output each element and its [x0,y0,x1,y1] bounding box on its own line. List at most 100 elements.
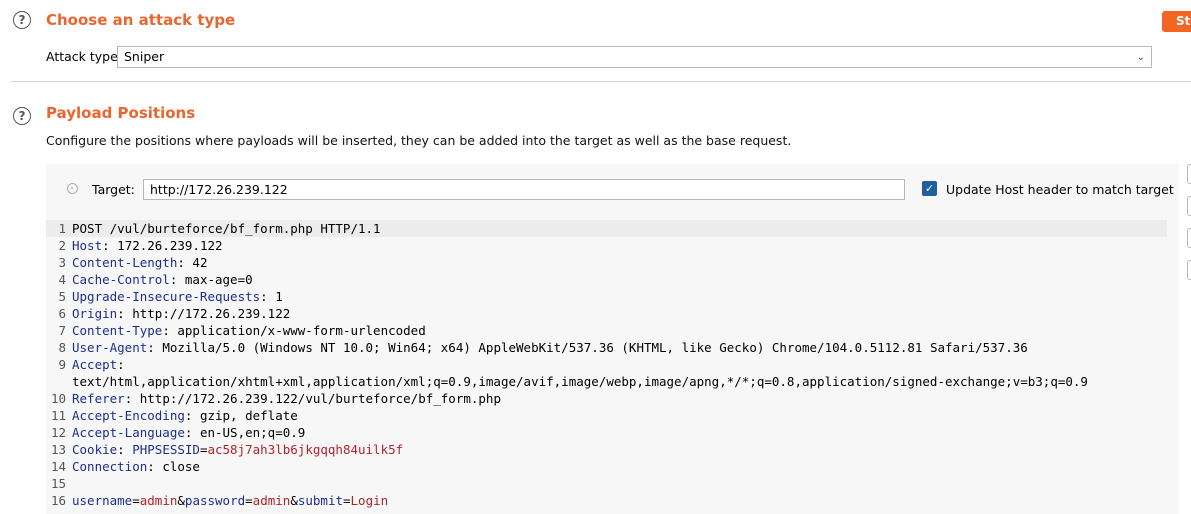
cookie-name: PHPSESSID [132,442,200,457]
payload-positions-description: Configure the positions where payloads w… [46,133,792,148]
help-icon[interactable]: ? [13,11,31,29]
header-name: Cookie [72,442,118,457]
target-input[interactable]: http://172.26.239.122 [143,179,905,200]
header-value: 1 [275,289,283,304]
header-name: Content-Length [72,255,178,270]
header-value: POST /vul/burteforce/bf_form.php HTTP/1.… [72,221,381,236]
header-value: max-age=0 [184,272,253,287]
request-line[interactable]: 2 Host: 172.26.239.122 [46,237,1167,254]
request-line[interactable]: 12 Accept-Language: en-US,en;q=0.9 [46,424,1167,441]
line-content: text/html,application/xhtml+xml,applicat… [72,373,1088,390]
header-separator: : [117,442,133,457]
refresh-button[interactable] [1187,260,1191,280]
line-number: 9 [58,357,66,372]
request-editor[interactable]: 1 POST /vul/burteforce/bf_form.php HTTP/1… [46,220,1167,509]
header-name: Host [72,238,103,253]
section-divider [11,81,1191,82]
request-line[interactable]: 13 Cookie: PHPSESSID=ac58j7ah3lb6jkgqqh84… [46,441,1167,458]
param-value: Login [350,493,389,508]
param-separator: & [290,493,298,508]
param-name: password [184,493,246,508]
request-line[interactable]: 4 Cache-Control: max-age=0 [46,271,1167,288]
line-number: 3 [58,255,66,270]
line-content: POST /vul/burteforce/bf_form.php HTTP/1.… [72,220,381,237]
request-line[interactable]: 6 Origin: http://172.26.239.122 [46,305,1167,322]
header-name: Accept [72,357,118,372]
line-content: User-Agent: Mozilla/5.0 (Windows NT 10.0… [72,339,1028,356]
param-equals: = [132,493,140,508]
header-separator: : [177,255,193,270]
header-name: Accept-Language [72,425,185,440]
request-line[interactable]: 7 Content-Type: application/x-www-form-ur… [46,322,1167,339]
header-separator: : [102,238,118,253]
line-number: 12 [50,425,66,440]
header-name: Content-Type [72,323,163,338]
request-line[interactable]: 10 Referer: http://172.26.239.122/vul/bur… [46,390,1167,407]
cookie-value: ac58j7ah3lb6jkgqqh84uilk5f [207,442,404,457]
update-host-checkbox[interactable]: ✓ [922,181,937,196]
update-host-label: Update Host header to match target [946,182,1174,197]
line-content: Accept-Language: en-US,en;q=0.9 [72,424,305,441]
header-name: Accept-Encoding [72,408,185,423]
param-name: username [72,493,133,508]
payload-positions-title: Payload Positions [46,104,196,122]
line-number: 13 [50,442,66,457]
header-value: 172.26.239.122 [117,238,223,253]
target-label: Target: [92,182,135,197]
line-number: 7 [58,323,66,338]
header-value: text/html,application/xhtml+xml,applicat… [72,374,1088,389]
attack-type-title: Choose an attack type [46,11,236,29]
request-line[interactable]: 3 Content-Length: 42 [46,254,1167,271]
attack-type-value: Sniper [124,49,165,64]
header-name: Origin [72,306,118,321]
param-value: admin [252,493,291,508]
header-separator: : [184,425,200,440]
header-value: 42 [192,255,208,270]
line-number: 15 [50,476,66,491]
line-number: 4 [58,272,66,287]
request-line[interactable]: 9 Accept: [46,356,1167,373]
line-number: 14 [50,459,66,474]
header-separator: : [184,408,200,423]
header-name: Upgrade-Insecure-Requests [72,289,261,304]
header-name: Connection [72,459,148,474]
request-line[interactable]: 11 Accept-Encoding: gzip, deflate [46,407,1167,424]
request-line[interactable]: 5 Upgrade-Insecure-Requests: 1 [46,288,1167,305]
header-name: User-Agent [72,340,148,355]
header-value: en-US,en;q=0.9 [199,425,306,440]
header-separator: : [147,459,163,474]
crosshair-icon [67,183,78,194]
header-value: http://172.26.239.122/vul/burteforce/bf_… [139,391,501,406]
auto-payload-markers-button[interactable] [1187,228,1191,248]
param-equals: = [343,493,351,508]
line-number: 8 [58,340,66,355]
line-number: 11 [50,408,66,423]
line-content: Accept: [72,356,125,373]
attack-type-select[interactable]: Sniper ⌄ [117,46,1152,68]
add-payload-marker-button[interactable] [1187,164,1191,184]
line-number: 5 [58,289,66,304]
header-value: Mozilla/5.0 (Windows NT 10.0; Win64; x64… [162,340,1028,355]
request-line[interactable]: 8 User-Agent: Mozilla/5.0 (Windows NT 10.… [46,339,1167,356]
request-line[interactable]: 16 username=admin&password=admin&submit=L… [46,492,1167,509]
request-line[interactable]: 15 [46,475,1167,492]
request-line[interactable]: text/html,application/xhtml+xml,applicat… [46,373,1167,390]
line-number: 1 [58,221,66,236]
start-attack-button[interactable]: Start attack [1162,11,1191,32]
request-line[interactable]: 1 POST /vul/burteforce/bf_form.php HTTP/1… [46,220,1167,237]
line-content: Accept-Encoding: gzip, deflate [72,407,298,424]
line-content: Content-Type: application/x-www-form-url… [72,322,426,339]
line-number: 16 [50,493,66,508]
header-name: Cache-Control [72,272,170,287]
attack-type-label: Attack type: [46,49,123,64]
line-number: 10 [50,391,66,406]
clear-payload-markers-button[interactable] [1187,196,1191,216]
help-icon[interactable]: ? [13,107,31,125]
request-line[interactable]: 14 Connection: close [46,458,1167,475]
line-content: Host: 172.26.239.122 [72,237,223,254]
param-name: submit [297,493,343,508]
header-separator: : [117,357,125,372]
header-value: http://172.26.239.122 [132,306,291,321]
line-number: 2 [58,238,66,253]
param-separator: & [177,493,185,508]
